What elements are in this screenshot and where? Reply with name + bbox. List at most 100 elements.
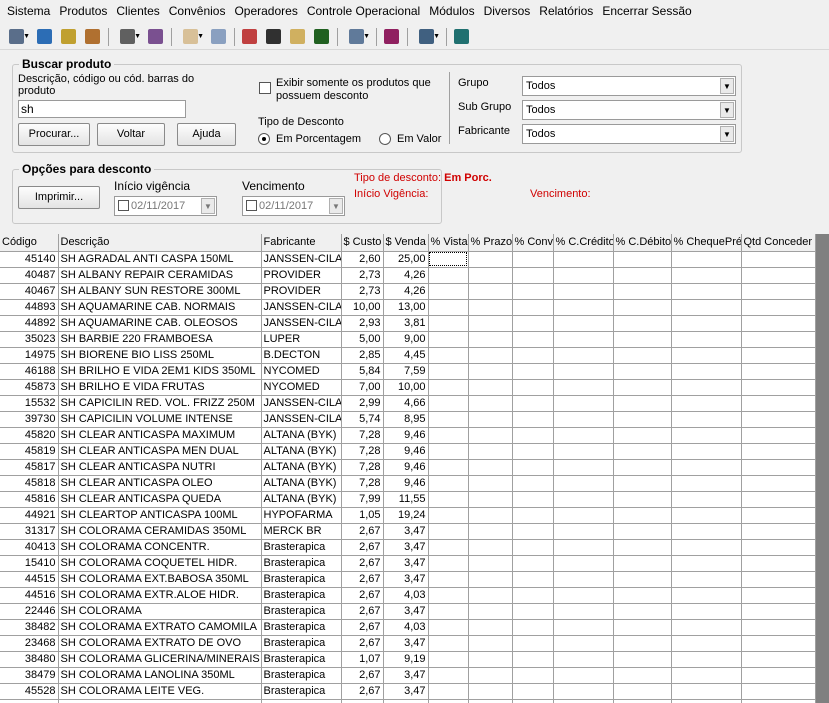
table-cell[interactable] — [428, 347, 469, 364]
table-cell[interactable] — [671, 555, 742, 572]
toolbar-button[interactable] — [263, 27, 283, 47]
table-row[interactable]: 40467 SH ALBANY SUN RESTORE 300ML PROVIDER… — [0, 283, 816, 300]
table-cell[interactable] — [553, 395, 614, 412]
table-cell[interactable] — [741, 619, 816, 636]
table-cell[interactable] — [613, 459, 672, 476]
table-cell[interactable] — [512, 267, 554, 284]
toolbar-button[interactable] — [34, 27, 54, 47]
menu-item[interactable]: Relatórios — [535, 4, 597, 18]
table-cell[interactable] — [553, 411, 614, 428]
column-header[interactable]: % C.Débito — [613, 234, 672, 252]
table-cell[interactable] — [512, 299, 554, 316]
table-cell[interactable] — [613, 667, 672, 684]
table-cell[interactable] — [741, 459, 816, 476]
table-cell[interactable] — [553, 651, 614, 668]
table-cell[interactable] — [671, 283, 742, 300]
table-cell[interactable] — [428, 379, 469, 396]
table-cell[interactable] — [512, 347, 554, 364]
table-cell[interactable] — [553, 475, 614, 492]
column-header[interactable]: % Vista — [428, 234, 469, 252]
table-row[interactable] — [0, 699, 816, 703]
table-cell[interactable] — [428, 699, 469, 703]
search-input[interactable] — [18, 100, 186, 118]
table-cell[interactable] — [741, 427, 816, 444]
table-cell[interactable] — [512, 443, 554, 460]
toolbar-button[interactable] — [451, 27, 471, 47]
table-cell[interactable] — [468, 619, 513, 636]
table-cell[interactable] — [512, 539, 554, 556]
table-cell[interactable] — [553, 267, 614, 284]
table-cell[interactable] — [553, 331, 614, 348]
table-cell[interactable] — [613, 363, 672, 380]
table-row[interactable]: 44893 SH AQUAMARINE CAB. NORMAIS JANSSEN-C… — [0, 299, 816, 316]
table-cell[interactable] — [741, 699, 816, 703]
table-row[interactable]: 35023 SH BARBIE 220 FRAMBOESA LUPER 5,00 9,0… — [0, 331, 816, 348]
table-cell[interactable] — [428, 651, 469, 668]
start-date-checkbox[interactable] — [118, 200, 129, 211]
table-cell[interactable] — [468, 331, 513, 348]
toolbar-button[interactable] — [176, 27, 204, 47]
table-cell[interactable] — [613, 523, 672, 540]
table-cell[interactable] — [741, 443, 816, 460]
table-cell[interactable] — [741, 267, 816, 284]
table-cell[interactable] — [512, 507, 554, 524]
table-row[interactable]: 40413 SH COLORAMA CONCENTR. Brasterapica 2,… — [0, 539, 816, 556]
table-cell[interactable] — [428, 331, 469, 348]
table-cell[interactable] — [553, 283, 614, 300]
table-cell[interactable] — [671, 619, 742, 636]
table-cell[interactable] — [613, 491, 672, 508]
table-cell[interactable] — [512, 411, 554, 428]
table-cell[interactable] — [428, 411, 469, 428]
table-cell[interactable] — [512, 603, 554, 620]
table-cell[interactable] — [613, 283, 672, 300]
table-cell[interactable] — [741, 299, 816, 316]
toolbar-button[interactable] — [287, 27, 307, 47]
table-cell[interactable] — [613, 683, 672, 700]
table-cell[interactable] — [613, 699, 672, 703]
group-select[interactable]: Todos ▼ — [522, 76, 736, 96]
toolbar-button[interactable] — [311, 27, 331, 47]
table-cell[interactable] — [512, 635, 554, 652]
table-cell[interactable] — [428, 619, 469, 636]
subgroup-select[interactable]: Todos ▼ — [522, 100, 736, 120]
table-row[interactable]: 44892 SH AQUAMARINE CAB. OLEOSOS JANSSEN-C… — [0, 315, 816, 332]
toolbar-button[interactable] — [82, 27, 102, 47]
table-cell[interactable] — [468, 523, 513, 540]
table-row[interactable]: 14975 SH BIORENE BIO LISS 250ML B.DECTON 2,… — [0, 347, 816, 364]
table-cell[interactable] — [512, 459, 554, 476]
table-row[interactable]: 45817 SH CLEAR ANTICASPA NUTRI ALTANA (BYK… — [0, 459, 816, 476]
table-cell[interactable] — [671, 379, 742, 396]
table-cell[interactable] — [468, 267, 513, 284]
table-cell[interactable] — [553, 379, 614, 396]
table-row[interactable]: 45140 SH AGRADAL ANTI CASPA 150ML JANSSEN-… — [0, 251, 816, 268]
maker-select[interactable]: Todos ▼ — [522, 124, 736, 144]
table-cell[interactable] — [428, 427, 469, 444]
radio-value[interactable] — [379, 133, 391, 145]
table-cell[interactable] — [741, 635, 816, 652]
table-row[interactable]: 44516 SH COLORAMA EXTR.ALOE HIDR. Brastera… — [0, 587, 816, 604]
table-cell[interactable] — [468, 475, 513, 492]
table-cell[interactable] — [741, 603, 816, 620]
table-cell[interactable] — [671, 475, 742, 492]
table-cell[interactable] — [468, 667, 513, 684]
table-cell[interactable] — [512, 619, 554, 636]
table-cell[interactable] — [512, 395, 554, 412]
table-cell[interactable] — [671, 331, 742, 348]
table-cell[interactable] — [512, 587, 554, 604]
menu-item[interactable]: Controle Operacional — [303, 4, 424, 18]
table-row[interactable]: 45873 SH BRILHO E VIDA FRUTAS NYCOMED 7,00 1… — [0, 379, 816, 396]
table-row[interactable]: 45819 SH CLEAR ANTICASPA MEN DUAL ALTANA (… — [0, 443, 816, 460]
column-header[interactable]: Descrição — [58, 234, 262, 252]
table-cell[interactable] — [741, 251, 816, 268]
table-row[interactable]: 40487 SH ALBANY REPAIR CERAMIDAS PROVIDER 2… — [0, 267, 816, 284]
back-button[interactable]: Voltar — [97, 123, 165, 146]
table-cell[interactable] — [428, 475, 469, 492]
table-cell[interactable] — [671, 699, 742, 703]
table-cell[interactable] — [468, 283, 513, 300]
column-header[interactable]: % Prazo — [468, 234, 513, 252]
table-cell[interactable] — [553, 507, 614, 524]
table-cell[interactable] — [671, 411, 742, 428]
table-cell[interactable] — [428, 315, 469, 332]
table-cell[interactable] — [468, 347, 513, 364]
table-cell[interactable] — [671, 347, 742, 364]
